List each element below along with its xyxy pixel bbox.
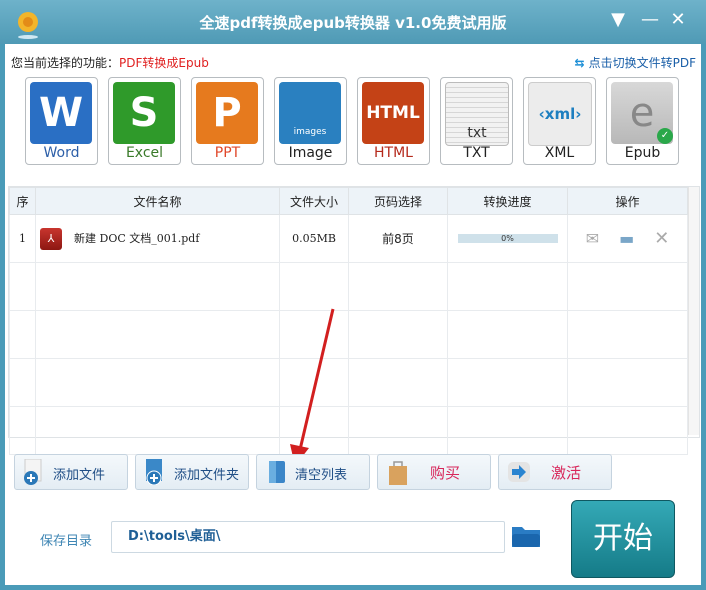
clear-list-label: 清空列表 <box>295 468 348 483</box>
filename-text: 新建 DOC 文档_001.pdf <box>74 231 200 245</box>
format-image[interactable]: images Image <box>274 77 347 165</box>
close-icon: ✕ <box>670 9 686 30</box>
table-header-row: 序 文件名称 文件大小 页码选择 转换进度 操作 <box>9 187 688 215</box>
column-header-pages: 页码选择 <box>348 187 448 215</box>
activate-button[interactable]: 激活 <box>498 454 612 490</box>
progress-bar: 0% <box>457 234 558 243</box>
save-directory-input[interactable]: D:\tools\桌面\ <box>111 521 505 553</box>
format-label: Excel <box>125 145 164 161</box>
file-list-table: 序 文件名称 文件大小 页码选择 转换进度 操作 1 ⅄ 新建 DOC 文档_00… <box>8 186 700 455</box>
format-ppt[interactable]: P PPT <box>191 77 264 165</box>
format-html[interactable]: HTML HTML <box>357 77 430 165</box>
format-label: PPT <box>214 145 241 161</box>
ppt-icon: P <box>196 82 258 144</box>
activate-arrow-icon <box>508 462 530 482</box>
row-size: 0.05MB <box>279 214 349 263</box>
table-row <box>9 310 688 359</box>
swap-arrows-icon: ⇆ <box>574 56 585 70</box>
word-icon: W <box>30 82 92 144</box>
add-file-label: 添加文件 <box>53 468 106 483</box>
image-icon: images <box>279 82 341 144</box>
annotation-arrow <box>290 308 335 466</box>
shopping-bag-icon <box>389 461 407 485</box>
add-folder-label: 添加文件夹 <box>174 468 240 483</box>
format-label: XML <box>544 145 575 161</box>
format-label: TXT <box>463 145 490 161</box>
switch-mode-label: 点击切换文件转PDF <box>588 56 696 70</box>
title-bar[interactable]: 全速pdf转换成epub转换器 v1.0免费试用版 ▼ — ✕ <box>0 0 706 44</box>
save-directory-label: 保存目录 <box>40 534 93 549</box>
table-row[interactable]: 1 ⅄ 新建 DOC 文档_001.pdf 0.05MB 前8页 0% ✉ ▬ ✕ <box>9 214 688 263</box>
column-header-index: 序 <box>9 187 36 215</box>
remove-icon[interactable]: ✕ <box>654 228 669 249</box>
format-epub[interactable]: e ✓ Epub <box>606 77 679 165</box>
current-function-value: PDF转换成Epub <box>119 56 209 70</box>
format-excel[interactable]: S Excel <box>108 77 181 165</box>
app-window: 全速pdf转换成epub转换器 v1.0免费试用版 ▼ — ✕ 您当前选择的功能… <box>0 0 706 590</box>
table-row <box>9 358 688 407</box>
format-xml[interactable]: ‹xml› XML <box>523 77 596 165</box>
selected-check-icon: ✓ <box>657 128 673 144</box>
excel-icon: S <box>113 82 175 144</box>
column-header-actions: 操作 <box>567 187 688 215</box>
trash-bin-icon <box>269 461 285 483</box>
buy-label: 购买 <box>430 464 461 482</box>
row-actions: ✉ ▬ ✕ <box>567 214 688 263</box>
buy-button[interactable]: 购买 <box>377 454 491 490</box>
clear-list-button[interactable]: 清空列表 <box>256 454 370 490</box>
format-label: Word <box>43 145 80 161</box>
start-button[interactable]: 开始 <box>571 500 675 578</box>
table-row <box>9 262 688 311</box>
format-label: HTML <box>374 145 413 161</box>
browse-folder-icon[interactable] <box>511 523 541 549</box>
format-label: Image <box>288 145 333 161</box>
current-function: 您当前选择的功能：PDF转换成Epub <box>11 54 209 71</box>
main-panel: 您当前选择的功能：PDF转换成Epub ⇆ 点击切换文件转PDF W Word S… <box>5 44 701 585</box>
format-txt[interactable]: txt TXT <box>440 77 513 165</box>
row-index: 1 <box>9 214 36 263</box>
minimize-button[interactable]: — <box>636 8 664 32</box>
window-title: 全速pdf转换成epub转换器 v1.0免费试用版 <box>199 14 507 32</box>
txt-icon: txt <box>445 82 509 146</box>
activate-label: 激活 <box>551 464 582 482</box>
row-progress: 0% <box>447 214 568 263</box>
format-word[interactable]: W Word <box>25 77 98 165</box>
switch-mode-link[interactable]: ⇆ 点击切换文件转PDF <box>575 54 696 71</box>
html-icon: HTML <box>362 82 424 144</box>
column-header-size: 文件大小 <box>279 187 349 215</box>
column-header-progress: 转换进度 <box>447 187 568 215</box>
open-file-icon[interactable]: ✉ <box>586 229 599 248</box>
table-scrollbar[interactable] <box>688 187 699 435</box>
row-filename: ⅄ 新建 DOC 文档_001.pdf <box>35 214 280 263</box>
add-file-icon <box>24 459 42 485</box>
column-header-name: 文件名称 <box>35 187 280 215</box>
table-row <box>9 406 688 455</box>
add-folder-icon <box>146 459 162 485</box>
row-pages[interactable]: 前8页 <box>348 214 448 263</box>
minimize-icon: — <box>641 9 659 30</box>
chevron-down-icon: ▼ <box>611 9 625 30</box>
current-function-label: 您当前选择的功能： <box>11 56 120 70</box>
close-button[interactable]: ✕ <box>664 8 692 32</box>
format-label: Epub <box>624 145 661 161</box>
add-file-button[interactable]: 添加文件 <box>14 454 128 490</box>
pdf-file-icon: ⅄ <box>40 227 62 250</box>
add-folder-button[interactable]: 添加文件夹 <box>135 454 249 490</box>
xml-icon: ‹xml› <box>528 82 592 146</box>
open-folder-icon[interactable]: ▬ <box>619 229 634 248</box>
menu-dropdown-button[interactable]: ▼ <box>604 8 632 32</box>
